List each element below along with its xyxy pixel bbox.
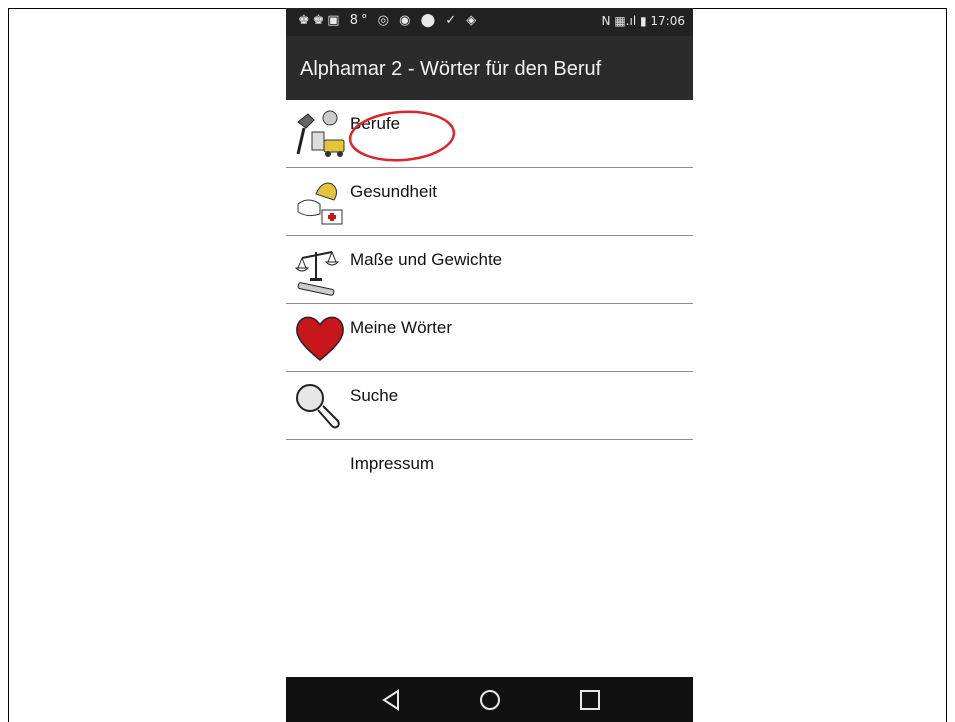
menu-item-label: Gesundheit (350, 182, 437, 201)
menu-item-label: Meine Wörter (350, 318, 453, 337)
health-icon (297, 182, 343, 225)
menu-item-impressum[interactable]: Impressum (286, 440, 693, 508)
menu-item-masse-gewichte[interactable]: Maße und Gewichte (286, 236, 693, 304)
home-icon[interactable] (477, 687, 503, 713)
recent-apps-icon[interactable] (577, 687, 603, 713)
system-status: N ▦.ıl ▮ 17:06 (602, 14, 685, 28)
menu-item-label: Berufe (350, 114, 401, 133)
menu-item-suche[interactable]: Suche (286, 372, 693, 440)
navigation-bar (286, 677, 693, 722)
menu-item-gesundheit[interactable]: Gesundheit (286, 168, 693, 236)
app-title: Alphamar 2 - Wörter für den Beruf (300, 58, 602, 80)
back-icon[interactable] (378, 687, 404, 713)
phone-screen: ♚♚▣ 8° ◎ ◉ ⬤ ✓ ◈ N ▦.ıl ▮ 17:06 Alphamar… (286, 8, 693, 722)
heart-icon (296, 316, 344, 361)
menu-item-label: Maße und Gewichte (350, 250, 503, 269)
menu-item-meine-woerter[interactable]: Meine Wörter (286, 304, 693, 372)
magnifier-icon (296, 384, 340, 429)
menu-item-berufe[interactable]: Berufe (286, 100, 693, 168)
notification-icons: ♚♚▣ 8° ◎ ◉ ⬤ ✓ ◈ (298, 13, 480, 28)
status-bar: ♚♚▣ 8° ◎ ◉ ⬤ ✓ ◈ N ▦.ıl ▮ 17:06 (286, 8, 693, 36)
main-menu: Berufe Gesundheit Maße und Gewichte Mein… (286, 100, 693, 508)
professions-icon (296, 110, 345, 157)
menu-item-label: Suche (350, 386, 399, 405)
app-bar: Alphamar 2 - Wörter für den Beruf (286, 36, 693, 100)
signal-icons: N ▦.ıl ▮ (601, 14, 647, 28)
scale-icon (294, 251, 340, 296)
menu-item-label: Impressum (350, 454, 435, 473)
status-time: 17:06 (650, 14, 685, 28)
